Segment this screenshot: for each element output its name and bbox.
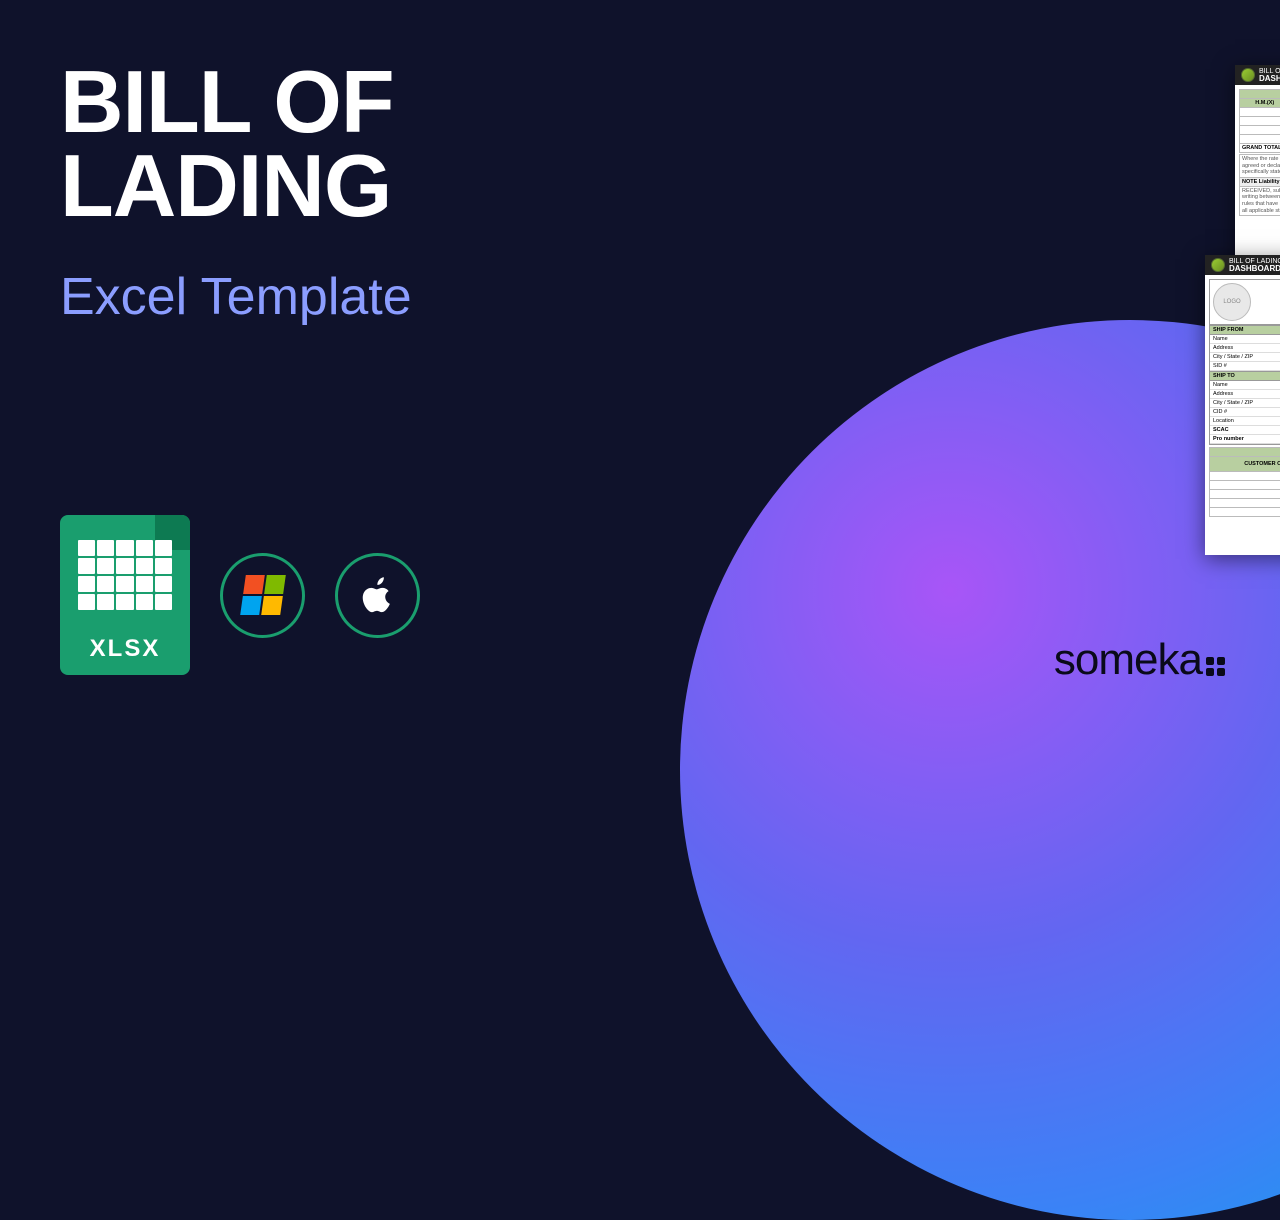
background-gradient bbox=[680, 320, 1280, 1220]
title-line-1: BILL OF bbox=[60, 60, 412, 144]
subtitle: Excel Template bbox=[60, 267, 412, 327]
screenshot-bol-form: BILL OF LADINGDASHBOARD someka LOGO COMP… bbox=[1205, 255, 1280, 555]
logo-placeholder: LOGO bbox=[1213, 283, 1251, 321]
title-line-2: LADING bbox=[60, 144, 412, 228]
template-logo-icon bbox=[1241, 68, 1255, 82]
xlsx-label: XLSX bbox=[60, 635, 190, 663]
someka-logo: someka bbox=[1054, 635, 1225, 685]
screenshot-carrier-info: BILL OF LADINGDASHBOARD someka CARRIER I… bbox=[1235, 65, 1280, 275]
icon-row: XLSX bbox=[60, 515, 420, 675]
template-logo-icon bbox=[1211, 258, 1225, 272]
xlsx-file-icon: XLSX bbox=[60, 515, 190, 675]
title-block: BILL OF LADING Excel Template bbox=[60, 60, 412, 327]
apple-icon bbox=[335, 553, 420, 638]
windows-icon bbox=[220, 553, 305, 638]
